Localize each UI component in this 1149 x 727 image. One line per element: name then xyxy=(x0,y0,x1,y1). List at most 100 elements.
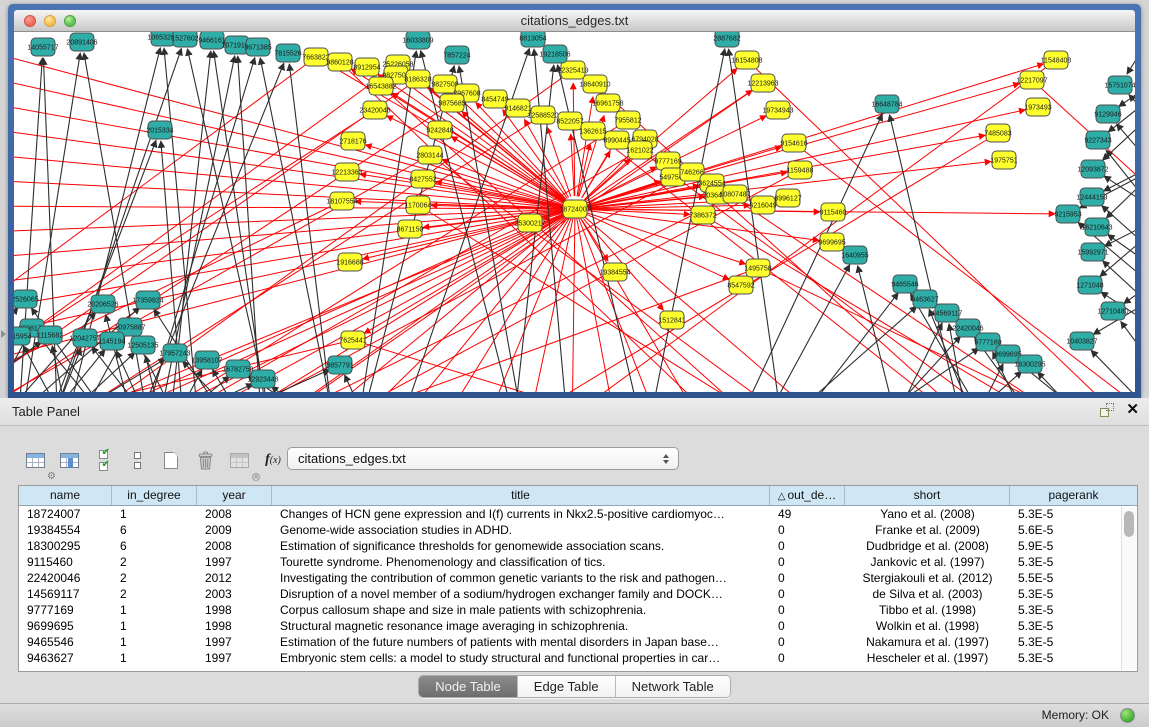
tab-node-table[interactable]: Node Table xyxy=(419,676,518,697)
graph-node[interactable]: 8912954 xyxy=(353,58,380,76)
float-panel-icon[interactable] xyxy=(1100,403,1114,417)
column-header-pagerank[interactable]: pagerank xyxy=(1010,486,1137,505)
graph-node[interactable]: 17957243 xyxy=(159,344,190,362)
graph-node[interactable]: 1495758 xyxy=(744,259,771,277)
graph-node[interactable]: 8996127 xyxy=(774,189,801,207)
graph-node[interactable]: 12213963 xyxy=(747,74,778,92)
graph-node[interactable]: 8186328 xyxy=(404,70,431,88)
graph-node[interactable]: 23420046 xyxy=(359,101,390,119)
tab-network-table[interactable]: Network Table xyxy=(616,676,730,697)
graph-node[interactable]: 12444159 xyxy=(1076,188,1107,206)
graph-node[interactable]: 1916688 xyxy=(336,253,363,271)
scrollbar-thumb[interactable] xyxy=(1124,511,1134,537)
graph-node[interactable]: 18724007 xyxy=(559,200,590,218)
network-canvas[interactable]: 1872400776638229860128891295425226058982… xyxy=(14,32,1135,392)
graph-node[interactable]: 9215953 xyxy=(1054,205,1081,223)
graph-node[interactable]: 16210643 xyxy=(1081,218,1112,236)
graph-node[interactable]: 8427552 xyxy=(409,170,436,188)
graph-node[interactable]: 9115460 xyxy=(820,203,847,221)
graph-node[interactable]: 7857224 xyxy=(443,46,470,64)
graph-node[interactable]: 18640910 xyxy=(579,75,610,93)
graph-node[interactable]: 8671150 xyxy=(397,220,424,238)
graph-node[interactable]: 7386372 xyxy=(689,206,716,224)
graph-node[interactable]: 12042757 xyxy=(69,329,100,347)
graph-node[interactable]: 10403827 xyxy=(1066,332,1097,350)
graph-node[interactable]: 9875685 xyxy=(438,94,465,112)
graph-node[interactable]: 13958107 xyxy=(191,351,222,369)
panel-collapse-arrow-icon[interactable] xyxy=(1,330,6,338)
graph-node[interactable]: 1973493 xyxy=(1024,98,1051,116)
graph-node[interactable]: 16648784 xyxy=(871,95,902,113)
function-builder-button[interactable]: f(x) xyxy=(256,444,290,476)
graph-node[interactable]: 8990445 xyxy=(603,131,630,149)
graph-node[interactable]: 12710480 xyxy=(1097,302,1128,320)
graph-node[interactable]: 1145194 xyxy=(99,332,126,350)
graph-node[interactable]: 7485083 xyxy=(984,124,1011,142)
new-column-button[interactable] xyxy=(154,444,188,476)
graph-node[interactable]: 16782759 xyxy=(222,360,253,378)
graph-node[interactable]: 3915954 xyxy=(14,327,32,345)
tab-edge-table[interactable]: Edge Table xyxy=(518,676,616,697)
table-row[interactable]: 1872400712008Changes of HCN gene express… xyxy=(19,506,1137,522)
table-row[interactable]: 1830029562008Estimation of significance … xyxy=(19,538,1137,554)
graph-node[interactable]: 9463627 xyxy=(911,290,938,308)
graph-node[interactable]: 7955812 xyxy=(614,111,641,129)
graph-node[interactable]: 20206526 xyxy=(87,295,118,313)
delete-column-button[interactable] xyxy=(188,444,222,476)
graph-node[interactable]: 15992971 xyxy=(1077,243,1108,261)
table-row[interactable]: 946362711997Embryonic stem cells: a mode… xyxy=(19,650,1137,666)
graph-node[interactable]: 12588520 xyxy=(527,106,558,124)
graph-node[interactable]: 2718176 xyxy=(339,132,366,150)
graph-node[interactable]: 1640955 xyxy=(841,246,868,264)
graph-node[interactable]: 9154616 xyxy=(780,134,807,152)
graph-node[interactable]: 14055717 xyxy=(27,38,58,56)
table-row[interactable]: 1938455462009Genome-wide association stu… xyxy=(19,522,1137,538)
row-selection-button[interactable] xyxy=(86,444,120,476)
graph-node[interactable]: 18300295 xyxy=(1014,355,1045,373)
graph-node[interactable]: 12093872 xyxy=(1077,160,1108,178)
graph-node[interactable]: 2526065 xyxy=(14,290,39,308)
graph-node[interactable]: 18107554 xyxy=(326,192,357,210)
graph-node[interactable]: 11548408 xyxy=(1041,51,1072,69)
graph-node[interactable]: 6216049 xyxy=(749,196,776,214)
graph-node[interactable]: 16961758 xyxy=(592,94,623,112)
graph-node[interactable]: 9671385 xyxy=(244,38,271,56)
graph-node[interactable]: 19734943 xyxy=(762,101,793,119)
graph-node[interactable]: 1170064 xyxy=(405,196,432,214)
column-header-in_degree[interactable]: in_degree xyxy=(112,486,197,505)
graph-node[interactable]: 9129946 xyxy=(1094,105,1121,123)
table-row[interactable]: 946554611997Estimation of the future num… xyxy=(19,634,1137,650)
graph-node[interactable]: 16154808 xyxy=(731,51,762,69)
graph-node[interactable]: 8547592 xyxy=(727,276,754,294)
graph-node[interactable]: 9860128 xyxy=(326,53,353,71)
column-header-year[interactable]: year xyxy=(197,486,272,505)
graph-node[interactable]: 16033809 xyxy=(402,32,433,49)
rows-button[interactable] xyxy=(120,444,154,476)
table-row[interactable]: 1456911722003Disruption of a novel membe… xyxy=(19,586,1137,602)
graph-node[interactable]: 17359924 xyxy=(132,291,163,309)
graph-node[interactable]: 1115682 xyxy=(37,326,63,344)
graph-node[interactable]: 25300217 xyxy=(514,214,545,232)
network-graph[interactable]: 1872400776638229860128891295425226058982… xyxy=(14,32,1135,392)
graph-node[interactable]: 2887682 xyxy=(713,32,740,47)
close-panel-icon[interactable]: ✕ xyxy=(1126,403,1139,417)
graph-node[interactable]: 8813054 xyxy=(519,32,546,47)
table-selector-dropdown[interactable]: citations_edges.txt xyxy=(287,447,679,470)
show-columns-button[interactable] xyxy=(52,444,86,476)
network-window-titlebar[interactable]: citations_edges.txt xyxy=(14,10,1135,32)
column-header-title[interactable]: title xyxy=(272,486,770,505)
graph-node[interactable]: 2015334 xyxy=(146,121,173,139)
graph-node[interactable]: 9777169 xyxy=(654,152,681,170)
graph-node[interactable]: 10807487 xyxy=(719,185,750,203)
graph-node[interactable]: 15751074 xyxy=(1104,76,1135,94)
graph-node[interactable]: 1975751 xyxy=(990,151,1017,169)
graph-node[interactable]: 12217097 xyxy=(1016,71,1047,89)
graph-node[interactable]: 9465546 xyxy=(891,275,918,293)
graph-node[interactable]: 9242848 xyxy=(426,121,453,139)
graph-node[interactable]: 1621022 xyxy=(626,141,653,159)
column-header-out_de[interactable]: △out_de… xyxy=(770,486,845,505)
column-header-short[interactable]: short xyxy=(845,486,1010,505)
graph-node[interactable]: 2803144 xyxy=(416,146,443,164)
graph-node[interactable]: 1271048 xyxy=(1076,276,1103,294)
column-header-name[interactable]: name xyxy=(19,486,112,505)
